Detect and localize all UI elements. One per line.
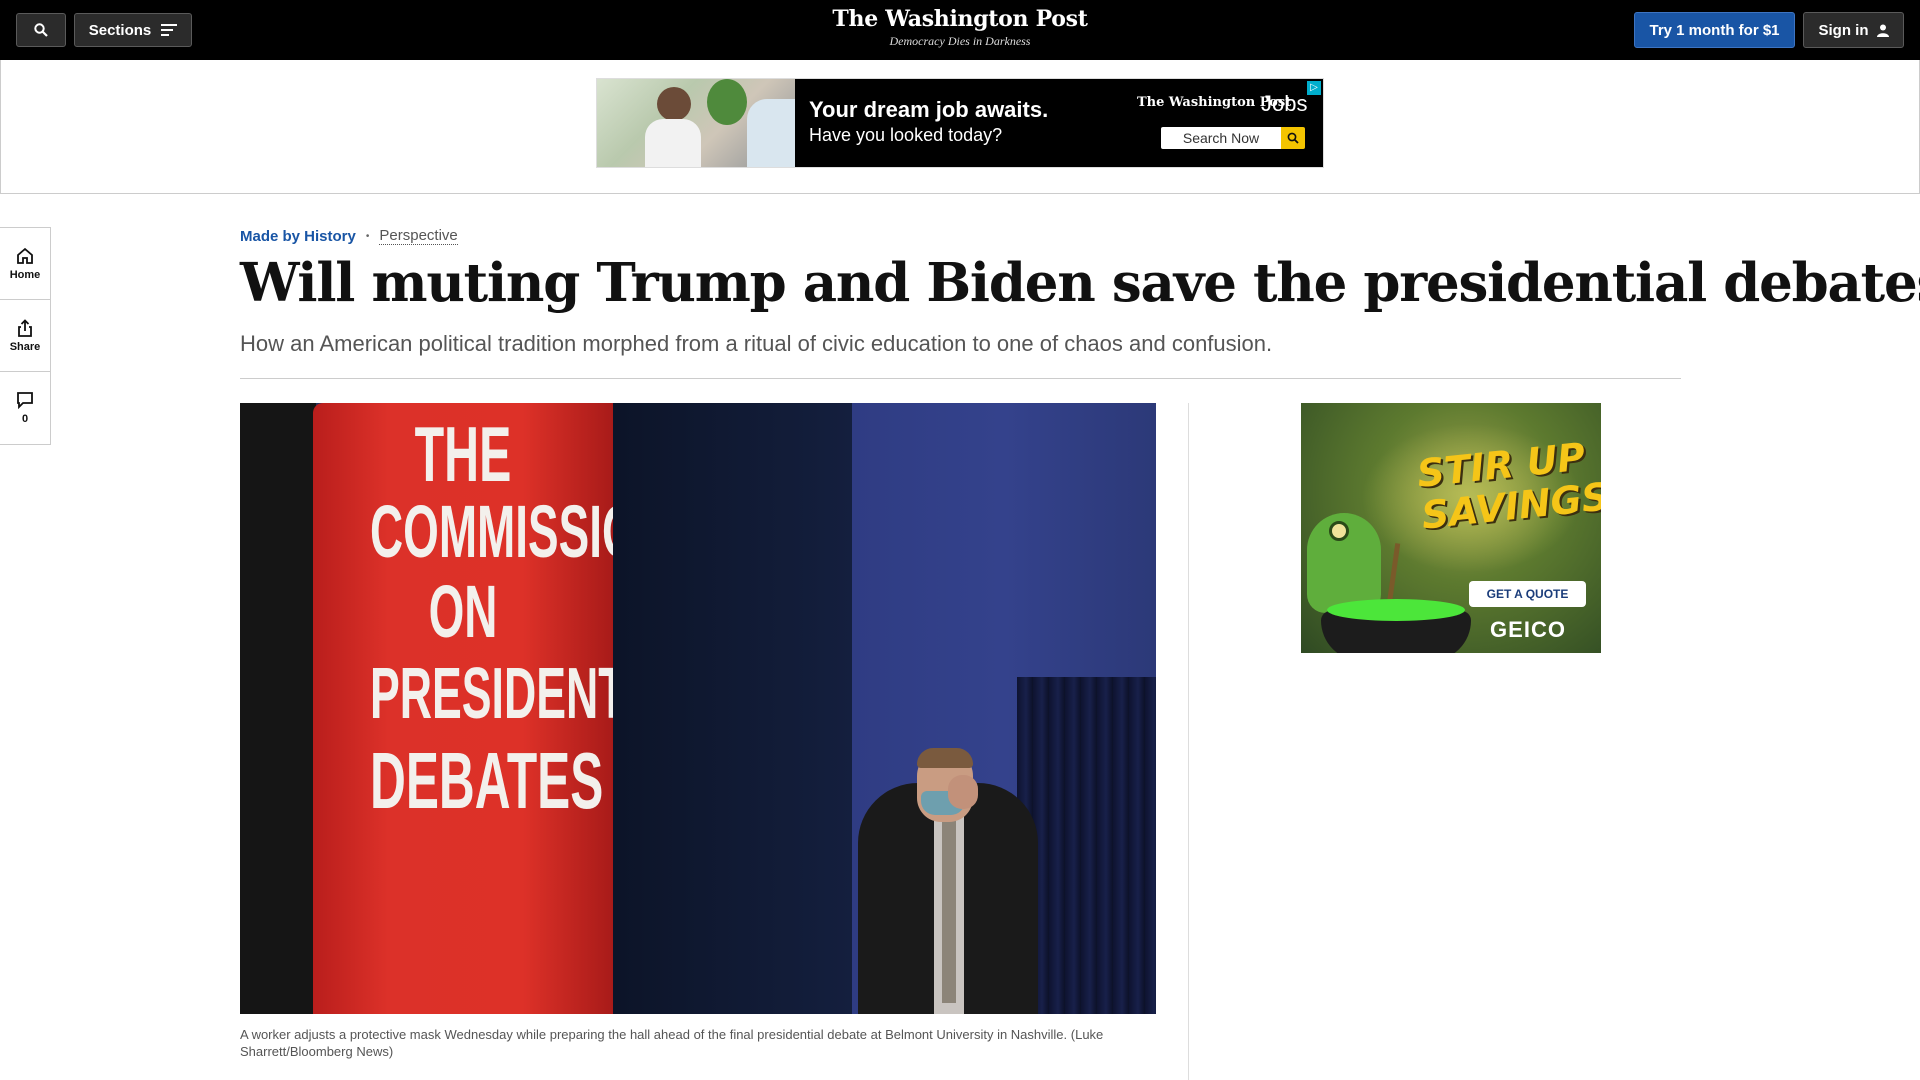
- rail-home[interactable]: Home: [0, 228, 50, 300]
- ad-headline: Your dream job awaits.: [809, 97, 1049, 122]
- rail-comments[interactable]: 0: [0, 372, 50, 444]
- ad-photo-person-body: [645, 119, 701, 167]
- article-headline: Will muting Trump and Biden save the pre…: [240, 252, 1920, 314]
- lead-image[interactable]: THE COMMISSION ON PRESIDENTIAL DEBATES: [240, 403, 1156, 1014]
- image-banner-line: DEBATES: [370, 736, 604, 825]
- image-dark-gap: [613, 403, 853, 1014]
- sections-button[interactable]: Sections: [74, 13, 192, 47]
- geico-logo: GEICO: [1490, 617, 1566, 642]
- ad-subhead: Have you looked today?: [809, 125, 1003, 145]
- sign-in-label: Sign in: [1818, 21, 1869, 39]
- search-button[interactable]: [16, 13, 66, 47]
- sections-label: Sections: [88, 21, 152, 39]
- side-ad[interactable]: STIR UP SAVINGS GET A QUOTE GEICO: [1301, 403, 1601, 653]
- image-banner-line: ON: [428, 570, 498, 653]
- comment-icon: [17, 392, 33, 409]
- menu-icon: [161, 24, 178, 36]
- top-navigation-bar: Sections The Washington Post Democracy D…: [0, 0, 1920, 60]
- image-banner-text: THE COMMISSION ON PRESIDENTIAL DEBATES: [313, 403, 698, 1014]
- image-caption: A worker adjusts a protective mask Wedne…: [240, 1027, 1104, 1059]
- share-icon: [18, 318, 32, 337]
- ad-dark-panel: [795, 79, 1323, 167]
- ad-photo: [597, 79, 795, 167]
- jobs-ad-banner[interactable]: Your dream job awaits. Have you looked t…: [596, 78, 1324, 168]
- home-icon: [17, 247, 33, 264]
- rail-share-label: Share: [9, 340, 41, 353]
- subscribe-button[interactable]: Try 1 month for $1: [1634, 12, 1795, 48]
- sign-in-button[interactable]: Sign in: [1803, 12, 1904, 48]
- get-quote-button[interactable]: GET A QUOTE: [1469, 581, 1586, 607]
- site-logo[interactable]: The Washington Post: [760, 6, 1160, 32]
- user-icon: [1876, 24, 1889, 37]
- article-dek: How an American political tradition morp…: [240, 331, 1273, 356]
- ad-photo-plant: [707, 79, 747, 125]
- gecko-eye: [1329, 521, 1349, 541]
- image-banner-line: COMMISSION: [370, 490, 671, 573]
- image-worker-hand: [948, 775, 978, 809]
- rail-share[interactable]: Share: [0, 300, 50, 372]
- left-rail: Home Share 0: [0, 227, 51, 445]
- search-icon: [34, 23, 48, 37]
- ad-search-field[interactable]: Search Now: [1161, 127, 1281, 149]
- image-worker-hair: [917, 748, 973, 768]
- kicker-separator: •: [365, 230, 370, 242]
- side-ad-headline: STIR UP SAVINGS: [1415, 434, 1601, 538]
- masthead[interactable]: The Washington Post Democracy Dies in Da…: [760, 6, 1160, 49]
- header-divider: [240, 378, 1681, 379]
- rail-home-label: Home: [9, 268, 41, 281]
- search-icon: [1287, 132, 1299, 144]
- adchoices-icon[interactable]: ▷: [1307, 81, 1321, 95]
- ad-photo-second-person: [747, 99, 795, 167]
- image-left-wall: [240, 403, 316, 1014]
- article-kicker: Made by History • Perspective: [240, 227, 458, 245]
- rail-comments-count: 0: [21, 413, 29, 425]
- ad-search-button[interactable]: [1281, 127, 1305, 149]
- cauldron-brew: [1327, 599, 1465, 621]
- section-link[interactable]: Made by History: [240, 228, 356, 245]
- ad-photo-person-head: [657, 87, 691, 121]
- image-banner-line: PRESIDENTIAL: [370, 654, 698, 734]
- column-divider: [1188, 403, 1189, 1080]
- image-worker-tie: [942, 813, 956, 1003]
- site-tagline: Democracy Dies in Darkness: [889, 34, 1031, 48]
- ad-brand-suffix: Jobs: [1261, 91, 1308, 116]
- perspective-label[interactable]: Perspective: [379, 227, 458, 245]
- image-banner-line: THE: [414, 410, 512, 498]
